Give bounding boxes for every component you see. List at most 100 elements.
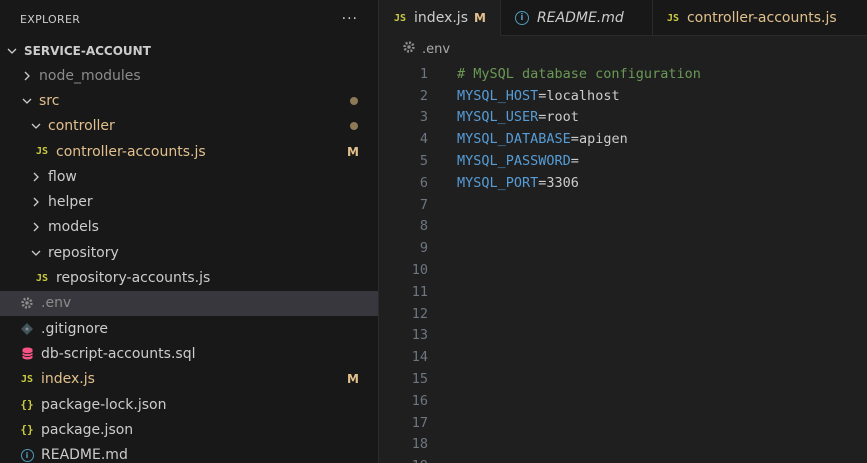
- line-content: MYSQL_DATABASE=apigen: [428, 131, 628, 147]
- code-line: 11: [380, 281, 867, 303]
- code-line: 2 MYSQL_HOST=localhost: [380, 85, 867, 107]
- line-number: 4: [419, 131, 428, 148]
- tree-item-node-modules[interactable]: node_modules: [0, 63, 378, 88]
- tree-item-package-lock-json[interactable]: {} package-lock.json: [0, 392, 378, 417]
- tab-label: README.md: [536, 10, 624, 26]
- line-number: 18: [411, 436, 428, 453]
- line-content: MYSQL_USER=root: [428, 109, 579, 125]
- explorer-header: EXPLORER ···: [0, 0, 378, 38]
- tree-item-repository-accounts-js[interactable]: JS repository-accounts.js: [0, 265, 378, 290]
- chevron-right-icon: [19, 70, 35, 82]
- tree-item-label: .gitignore: [41, 320, 108, 337]
- line-content: # MySQL database configuration: [428, 66, 701, 82]
- tree-item-label: flow: [48, 168, 77, 185]
- env-value: localhost: [546, 87, 620, 104]
- env-key: MYSQL_USER: [457, 109, 539, 126]
- tab-index-js[interactable]: JS index.js M: [380, 0, 501, 36]
- tree-item-repository[interactable]: repository: [0, 240, 378, 265]
- line-number: 10: [411, 262, 428, 279]
- explorer-sidebar: EXPLORER ··· SERVICE-ACCOUNT node_module…: [0, 0, 379, 463]
- git-icon: [19, 322, 35, 335]
- tab-controller-accounts[interactable]: JS controller-accounts.js: [653, 0, 851, 36]
- tab-label: controller-accounts.js: [686, 10, 837, 26]
- chevron-right-icon: [28, 196, 44, 208]
- line-number: 17: [411, 414, 428, 431]
- line-number: 3: [419, 109, 428, 126]
- code-line: 3 MYSQL_USER=root: [380, 107, 867, 129]
- breadcrumb-file: .env: [422, 41, 451, 57]
- line-number: 5: [419, 153, 428, 170]
- code-line: 9: [380, 237, 867, 259]
- js-file-icon: JS: [20, 373, 34, 385]
- line-content: MYSQL_HOST=localhost: [428, 88, 620, 104]
- tree-item-controller[interactable]: controller: [0, 114, 378, 139]
- tree-item-label: repository: [48, 244, 119, 261]
- editor-tabs: JS index.js M i README.md JS controller-…: [380, 0, 867, 36]
- breadcrumb[interactable]: .env: [380, 36, 867, 62]
- tree-item-label: helper: [48, 194, 93, 211]
- tree-item-models[interactable]: models: [0, 215, 378, 240]
- tree-item-helper[interactable]: helper: [0, 189, 378, 214]
- line-number: 14: [411, 349, 428, 366]
- line-content: MYSQL_PASSWORD=: [428, 153, 579, 169]
- tree-item-label: README.md: [41, 447, 128, 463]
- code-line: 16: [380, 390, 867, 412]
- code-line: 7: [380, 194, 867, 216]
- tree-item-controller-accounts-js[interactable]: JS controller-accounts.js M: [0, 139, 378, 164]
- code-line: 15: [380, 368, 867, 390]
- code-line: 14: [380, 346, 867, 368]
- js-file-icon: JS: [394, 12, 407, 24]
- line-number: 8: [419, 218, 428, 235]
- env-equals: =: [570, 153, 579, 170]
- workspace-root-label: SERVICE-ACCOUNT: [24, 43, 151, 58]
- editor-area: JS index.js M i README.md JS controller-…: [380, 0, 867, 463]
- code-line: 12: [380, 303, 867, 325]
- gear-icon: [19, 296, 35, 310]
- line-number: 12: [411, 305, 428, 322]
- chevron-down-icon: [4, 45, 20, 57]
- explorer-title: EXPLORER: [20, 12, 81, 26]
- database-icon: [19, 347, 35, 360]
- line-number: 1: [419, 65, 428, 82]
- modified-dot-indicator: [350, 96, 358, 105]
- tree-item-label: db-script-accounts.sql: [41, 345, 196, 362]
- tree-item-env[interactable]: .env: [0, 290, 378, 316]
- code-line: 13: [380, 325, 867, 347]
- tree-item-label: package-lock.json: [41, 396, 167, 413]
- code-line: 1 # MySQL database configuration: [380, 63, 867, 85]
- gear-icon: [402, 40, 416, 58]
- more-actions-icon[interactable]: ···: [342, 11, 358, 27]
- tree-item-label: package.json: [41, 421, 134, 438]
- tab-readme[interactable]: i README.md: [501, 0, 653, 36]
- modified-badge: M: [473, 11, 486, 25]
- tree-item-flow[interactable]: flow: [0, 164, 378, 189]
- js-file-icon: JS: [666, 12, 679, 24]
- tree-item-label: models: [48, 219, 99, 236]
- js-file-icon: JS: [35, 146, 49, 158]
- tree-item-gitignore[interactable]: .gitignore: [0, 316, 378, 341]
- chevron-right-icon: [28, 221, 44, 233]
- code-editor[interactable]: 1 # MySQL database configuration 2 MYSQL_HO…: [380, 63, 867, 463]
- tree-item-index-js[interactable]: JS index.js M: [0, 367, 378, 392]
- line-number: 2: [419, 87, 428, 104]
- tree-item-db-script-accounts-sql[interactable]: db-script-accounts.sql: [0, 341, 378, 366]
- line-number: 15: [411, 371, 428, 388]
- tree-item-src[interactable]: src: [0, 88, 378, 113]
- modified-dot-indicator: [350, 122, 358, 131]
- tree-item-label: .env: [41, 295, 72, 312]
- tree-item-label: repository-accounts.js: [56, 270, 211, 287]
- env-value: root: [546, 109, 579, 126]
- env-equals: =: [570, 131, 579, 148]
- line-number: 7: [419, 196, 428, 213]
- code-line: 6 MYSQL_PORT=3306: [380, 172, 867, 194]
- tree-item-readme-md[interactable]: i README.md: [0, 442, 378, 463]
- chevron-down-icon: [28, 120, 44, 132]
- code-line: 10: [380, 259, 867, 281]
- info-icon: i: [19, 448, 35, 462]
- code-line: 19: [380, 455, 867, 463]
- workspace-root[interactable]: SERVICE-ACCOUNT: [0, 38, 378, 63]
- tree-item-package-json[interactable]: {} package.json: [0, 417, 378, 442]
- file-tree: node_modules src controller JS controller-ac…: [0, 63, 378, 463]
- modified-badge: M: [347, 372, 359, 387]
- code-comment: # MySQL database configuration: [457, 65, 701, 82]
